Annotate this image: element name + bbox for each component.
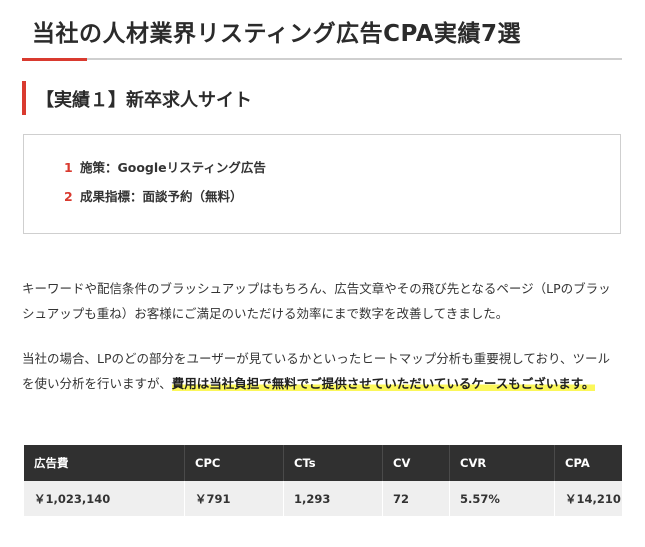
section-heading: 当社の人材業界リスティング広告CPA実績7選 — [32, 21, 522, 47]
cpa-results-table: 広告費 CPC CTs CV CVR CPA ￥1,023,140 ￥791 1… — [24, 445, 622, 516]
column-header-cts: CTs — [283, 445, 383, 481]
list-item-text: 成果指標：面談予約（無料） — [80, 189, 243, 204]
list-item-text: 施策：Googleリスティング広告 — [80, 160, 266, 175]
table-cell: ￥14,210 — [554, 481, 622, 516]
heading-underline — [22, 58, 622, 60]
column-header-cv: CV — [382, 445, 450, 481]
column-header-cvr: CVR — [449, 445, 555, 481]
body-paragraph: 当社の場合、LPのどの部分をユーザーが見ているかといったヒートマップ分析も重要視… — [22, 346, 622, 396]
body-paragraph: キーワードや配信条件のブラッシュアップはもちろん、広告文章やその飛び先となるペー… — [22, 281, 611, 321]
list-item-number: 1 — [64, 160, 73, 175]
article-section: 当社の人材業界リスティング広告CPA実績7選 【実績１】新卒求人サイト 1 施策：… — [0, 0, 645, 547]
column-header-cpc: CPC — [184, 445, 284, 481]
case-summary-box: 1 施策：Googleリスティング広告 2 成果指標：面談予約（無料） — [23, 134, 621, 234]
list-item: 1 施策：Googleリスティング広告 — [64, 157, 266, 186]
subheading-accent-bar — [22, 81, 26, 115]
highlighted-text: 費用は当社負担で無料でご提供させていただいているケースもございます。 — [171, 376, 595, 391]
case-summary-list: 1 施策：Googleリスティング広告 2 成果指標：面談予約（無料） — [64, 157, 266, 215]
column-header-cpa: CPA — [554, 445, 622, 481]
table-cell: 72 — [382, 481, 450, 516]
list-item: 2 成果指標：面談予約（無料） — [64, 186, 266, 215]
heading-accent-underline — [22, 58, 87, 61]
column-header-ad-cost: 広告費 — [24, 445, 185, 481]
table-cell: 5.57% — [449, 481, 555, 516]
table-cell: ￥1,023,140 — [24, 481, 185, 516]
table-row: ￥1,023,140 ￥791 1,293 72 5.57% ￥14,210 — [24, 481, 622, 516]
case-title: 【実績１】新卒求人サイト — [36, 90, 252, 111]
table-header-row: 広告費 CPC CTs CV CVR CPA — [24, 445, 622, 481]
table-cell: ￥791 — [184, 481, 284, 516]
table-cell: 1,293 — [283, 481, 383, 516]
list-item-number: 2 — [64, 189, 73, 204]
